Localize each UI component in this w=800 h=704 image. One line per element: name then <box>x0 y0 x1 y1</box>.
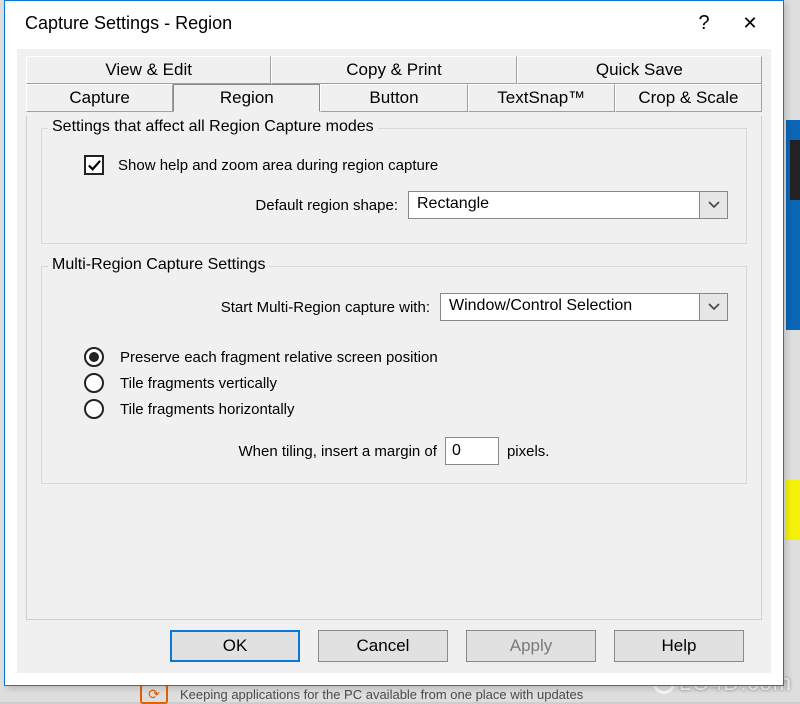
tab-control: View & Edit Copy & Print Quick Save Capt… <box>26 56 762 112</box>
tab-page-region: Settings that affect all Region Capture … <box>26 116 762 620</box>
row-show-help: Show help and zoom area during region ca… <box>60 155 728 175</box>
radio-tile-vertically[interactable] <box>84 373 104 393</box>
row-radio-vert: Tile fragments vertically <box>60 373 728 393</box>
row-tiling-margin: When tiling, insert a margin of pixels. <box>60 437 728 465</box>
tab-crop-scale[interactable]: Crop & Scale <box>615 84 762 112</box>
select-start-multi-value: Window/Control Selection <box>441 294 699 320</box>
tab-quick-save[interactable]: Quick Save <box>517 56 762 84</box>
label-radio-preserve: Preserve each fragment relative screen p… <box>120 349 438 366</box>
help-button[interactable]: ? <box>681 5 727 41</box>
label-tiling-suffix: pixels. <box>507 443 550 460</box>
titlebar[interactable]: Capture Settings - Region ? ✕ <box>5 1 783 45</box>
radio-tile-horizontally[interactable] <box>84 399 104 419</box>
select-default-shape-value: Rectangle <box>409 192 699 218</box>
label-tiling-prefix: When tiling, insert a margin of <box>239 443 437 460</box>
label-radio-vert: Tile fragments vertically <box>120 375 277 392</box>
label-start-multi: Start Multi-Region capture with: <box>60 299 430 316</box>
label-default-shape: Default region shape: <box>60 197 398 214</box>
checkbox-show-help[interactable] <box>84 155 104 175</box>
tab-copy-print[interactable]: Copy & Print <box>271 56 516 84</box>
row-radio-preserve: Preserve each fragment relative screen p… <box>60 347 728 367</box>
group-all-region-modes: Settings that affect all Region Capture … <box>41 128 747 244</box>
label-show-help: Show help and zoom area during region ca… <box>118 157 438 174</box>
group-legend-multi-region: Multi-Region Capture Settings <box>48 256 269 274</box>
dialog-button-row: OK Cancel Apply Help <box>26 620 762 662</box>
apply-button[interactable]: Apply <box>466 630 596 662</box>
help-button-bottom[interactable]: Help <box>614 630 744 662</box>
tab-capture[interactable]: Capture <box>26 84 173 112</box>
tab-region[interactable]: Region <box>173 84 320 112</box>
checkmark-icon <box>87 158 102 173</box>
row-radio-horiz: Tile fragments horizontally <box>60 399 728 419</box>
chevron-down-icon <box>699 294 727 320</box>
tab-view-edit[interactable]: View & Edit <box>26 56 271 84</box>
client-area: View & Edit Copy & Print Quick Save Capt… <box>17 49 771 673</box>
tab-textsnap[interactable]: TextSnap™ <box>468 84 615 112</box>
input-tiling-margin[interactable] <box>445 437 499 465</box>
capture-settings-dialog: Capture Settings - Region ? ✕ View & Edi… <box>4 0 784 686</box>
background-footer-text: Keeping applications for the PC availabl… <box>180 687 583 702</box>
group-legend-all-modes: Settings that affect all Region Capture … <box>48 118 378 136</box>
label-radio-horiz: Tile fragments horizontally <box>120 401 295 418</box>
window-title: Capture Settings - Region <box>25 13 681 34</box>
cancel-button[interactable]: Cancel <box>318 630 448 662</box>
ok-button[interactable]: OK <box>170 630 300 662</box>
group-multi-region: Multi-Region Capture Settings Start Mult… <box>41 266 747 484</box>
close-button[interactable]: ✕ <box>727 5 773 41</box>
chevron-down-icon <box>699 192 727 218</box>
select-start-multi[interactable]: Window/Control Selection <box>440 293 728 321</box>
update-icon: ⟳ <box>140 684 168 704</box>
radio-preserve-position[interactable] <box>84 347 104 367</box>
close-icon: ✕ <box>742 13 757 34</box>
tab-button[interactable]: Button <box>320 84 467 112</box>
select-default-shape[interactable]: Rectangle <box>408 191 728 219</box>
